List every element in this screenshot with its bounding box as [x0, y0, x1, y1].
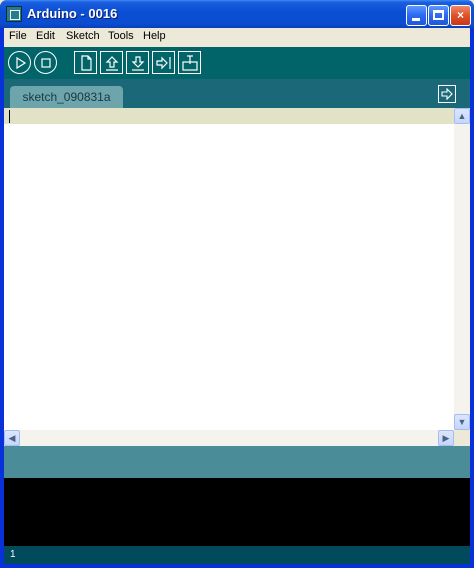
verify-button[interactable]: [8, 51, 31, 74]
tab-menu-button[interactable]: [438, 85, 456, 103]
scrollbar-corner: [454, 430, 470, 446]
stop-button[interactable]: [34, 51, 57, 74]
arduino-app-icon[interactable]: [6, 6, 22, 22]
toolbar: [4, 47, 470, 79]
serial-monitor-icon: [182, 55, 198, 71]
open-button[interactable]: [100, 51, 123, 74]
title-bar[interactable]: Arduino - 0016 ×: [0, 0, 474, 28]
app-window: Arduino - 0016 × File Edit Sketch Tools …: [0, 0, 474, 568]
message-area: [4, 446, 470, 478]
menu-tools[interactable]: Tools: [108, 30, 134, 42]
window-title: Arduino - 0016: [27, 6, 118, 21]
maximize-icon: [433, 10, 444, 20]
chevron-right-icon: ▶: [442, 433, 450, 443]
menu-help[interactable]: Help: [143, 30, 166, 42]
maximize-button[interactable]: [428, 5, 449, 26]
horizontal-scrollbar[interactable]: ◀ ▶: [4, 430, 454, 446]
scroll-up-button[interactable]: ▲: [454, 108, 470, 124]
menu-edit[interactable]: Edit: [36, 30, 55, 42]
upload-button[interactable]: [152, 51, 175, 74]
tab-strip: sketch_090831a: [4, 79, 470, 108]
chevron-up-icon: ▲: [457, 111, 467, 121]
menu-bar: File Edit Sketch Tools Help: [4, 28, 470, 47]
close-icon: ×: [456, 8, 464, 22]
scroll-left-button[interactable]: ◀: [4, 430, 20, 446]
new-button[interactable]: [74, 51, 97, 74]
client-area: File Edit Sketch Tools Help sketch_09083…: [4, 28, 470, 564]
vertical-scrollbar[interactable]: ▲ ▼: [454, 108, 470, 430]
menu-sketch[interactable]: Sketch: [66, 30, 100, 42]
stop-icon: [41, 58, 51, 68]
scroll-right-button[interactable]: ▶: [438, 430, 454, 446]
current-line-highlight: [4, 108, 454, 124]
play-icon: [16, 56, 27, 70]
text-caret: [9, 110, 10, 123]
menu-file[interactable]: File: [9, 30, 27, 42]
chevron-left-icon: ◀: [8, 433, 16, 443]
close-button[interactable]: ×: [450, 5, 471, 26]
download-arrow-icon: [131, 56, 145, 71]
minimize-icon: [412, 18, 420, 21]
console-output[interactable]: [4, 478, 470, 546]
arrow-right-icon: [441, 87, 453, 101]
line-number: 1: [10, 549, 16, 560]
save-button[interactable]: [126, 51, 149, 74]
new-file-icon: [81, 55, 92, 71]
export-arrow-icon: [156, 56, 171, 70]
chevron-down-icon: ▼: [457, 417, 467, 427]
minimize-button[interactable]: [406, 5, 427, 26]
upload-arrow-icon: [105, 56, 119, 71]
tab-sketch[interactable]: sketch_090831a: [10, 86, 123, 108]
status-bar: 1: [4, 546, 470, 564]
code-editor[interactable]: [4, 108, 454, 430]
scroll-down-button[interactable]: ▼: [454, 414, 470, 430]
serial-monitor-button[interactable]: [178, 51, 201, 74]
